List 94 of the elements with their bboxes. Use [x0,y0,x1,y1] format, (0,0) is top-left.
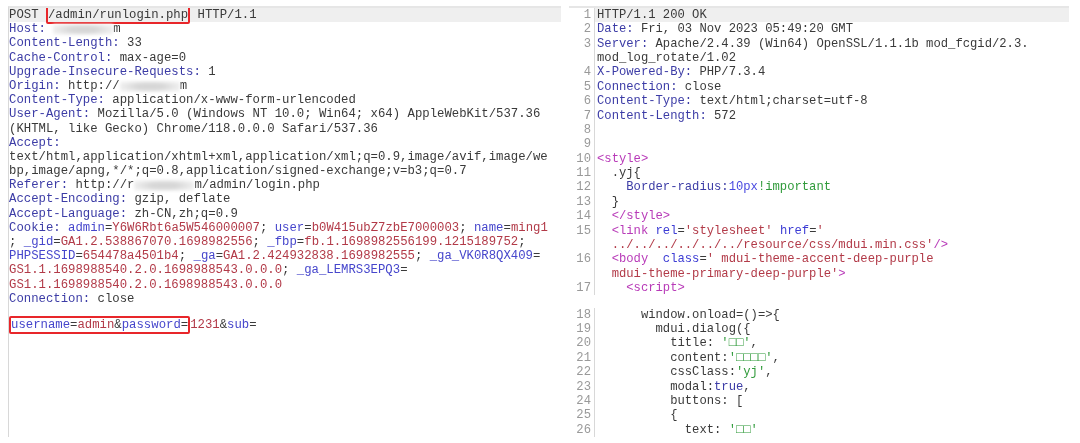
code-line: } [610,194,619,209]
line-number: 17 [576,281,591,296]
code-line: cssClass:'yj', [669,365,773,380]
code-line: content:'□□□□', [669,350,780,365]
redacted-blur [134,179,195,191]
code-line: <body class=' mdui-theme-accent-deep-purple [610,252,934,267]
line-number: 15 [576,223,591,238]
code-line: bp,image/apng,*/*;q=0.8,application/signed-exchange;v=b3;q=0.7 [9,164,467,179]
line-number: 1 [583,8,591,23]
code-text: admin [77,317,115,332]
line-number: 20 [576,336,591,351]
code-line: modal:true, [669,379,751,394]
code-line: Upgrade-Insecure-Requests: 1 [9,64,216,79]
line-number: 18 [576,307,591,322]
line-number: 2 [583,22,591,37]
redacted-blur [119,80,180,92]
code-line: { [669,408,678,423]
code-text: http:// [67,78,120,94]
code-text: password [121,317,181,332]
line-number: 8 [583,122,591,138]
code-line: Border-radius:10px!important [625,180,832,195]
line-number: 26 [576,422,591,437]
code-line: GS1.1.1698988540.2.0.1698988543.0.0.0 [9,277,283,292]
code-line: X-Powered-By: PHP/7.3.4 [597,65,766,80]
code-text: HTTP/1.1 [196,8,257,23]
code-line: text: '□□' [683,422,758,437]
code-line: User-Agent: Mozilla/5.0 (Windows NT 10.0; Win64; x64) AppleWebKit/537.36 [9,107,541,122]
line-number: 25 [576,408,591,423]
code-text: POST [9,8,40,23]
code-line: mdui-theme-primary-deep-purple'> [610,266,846,281]
line-number: 12 [576,180,591,195]
line-number: 11 [576,166,591,181]
line-number: 14 [576,209,591,224]
code-text: = [180,317,189,332]
code-text: & [114,317,122,332]
code-text: = [249,317,257,333]
redacted-blur [53,23,114,35]
code-line: <style> [597,151,649,166]
code-line: .yj{ [610,166,641,181]
line-number: 19 [576,322,591,337]
code-text: username [11,317,71,332]
line-number: 4 [583,65,591,80]
line-number: 23 [576,379,591,394]
code-text: sub [227,317,250,333]
code-line: buttons: [ [669,393,744,409]
code-line: Content-Length: 33 [9,36,142,51]
code-line: window.onload=()=>{ [639,307,780,322]
line-number: 16 [576,252,591,267]
line-number: 22 [576,365,591,380]
code-line: title: '□□', [669,336,758,351]
code-line: </style> [610,209,671,224]
line-number: 6 [583,94,591,109]
code-text: Origin: [9,78,61,94]
line-number: 5 [583,79,591,95]
line-number: 10 [576,151,591,167]
code-line: Content-Type: application/x-www-form-urlencoded [9,93,356,108]
code-line: Date: Fri, 03 Nov 2023 05:49:20 GMT [597,22,853,37]
code-line: ; _gid=GA1.2.538867070.1698982556; _fbp=fb.1.1698982556199.1215189752; [9,235,526,250]
code-text: Host: [9,22,47,37]
line-number: 7 [583,108,591,123]
code-text: /admin/runlogin.php [47,8,189,22]
code-line: Content-Length: 572 [597,108,736,123]
code-text: & [219,317,228,333]
code-line: <link rel='stylesheet' href=' [610,223,824,238]
code-line: Cache-Control: max-age=0 [9,50,187,65]
code-line: <script> [625,281,685,296]
code-line: Content-Type: text/html;charset=utf-8 [597,94,868,109]
code-text: = [70,317,78,332]
code-line: Accept-Encoding: gzip, deflate [9,192,231,207]
code-line: mod_log_rotate/1.02 [597,51,736,66]
code-line: text/html,application/xhtml+xml,application/xml;q=0.9,image/avif,image/we [9,149,548,165]
line-number: 3 [583,36,591,52]
code-line: Connection: close [597,79,722,94]
code-line: HTTP/1.1 200 OK [597,8,707,23]
line-number: 21 [576,350,591,366]
code-text: m [179,78,188,94]
line-number: 9 [583,137,591,152]
code-line: PHPSESSID=654478a4501b4; _ga=GA1.2.424932838.1698982555; _ga_VK0R8QX409= [9,249,541,264]
line-number: 13 [576,194,591,210]
code-text: Referer: [9,178,69,193]
code-text: 1231 [190,317,220,333]
code-line: Connection: close [9,291,135,306]
line-number: 24 [576,393,591,409]
code-line: GS1.1.1698988540.2.0.1698988543.0.0.0; _ga_LEMRS3EPQ3= [9,263,408,278]
code-text: m/admin/login.php [194,178,320,193]
code-line: mdui.dialog({ [654,322,751,337]
code-text: m [113,22,121,37]
code-line: ../../../../../../resource/css/mdui.min.css'/> [610,237,949,253]
code-text: http://r [74,178,135,193]
code-line: Cookie: admin=Y6W6Rbt6a5W546000007; user=b0W415ubZ7zbE7000003; name=ming1 [9,220,548,235]
code-line: Accept-Language: zh-CN,zh;q=0.9 [9,206,238,221]
code-line: (KHTML, like Gecko) Chrome/118.0.0.0 Safari/537.36 [9,121,378,136]
code-line: Accept: [9,135,61,150]
code-line: Server: Apache/2.4.39 (Win64) OpenSSL/1.1.1b mod_fcgid/2.3. [597,36,1029,51]
